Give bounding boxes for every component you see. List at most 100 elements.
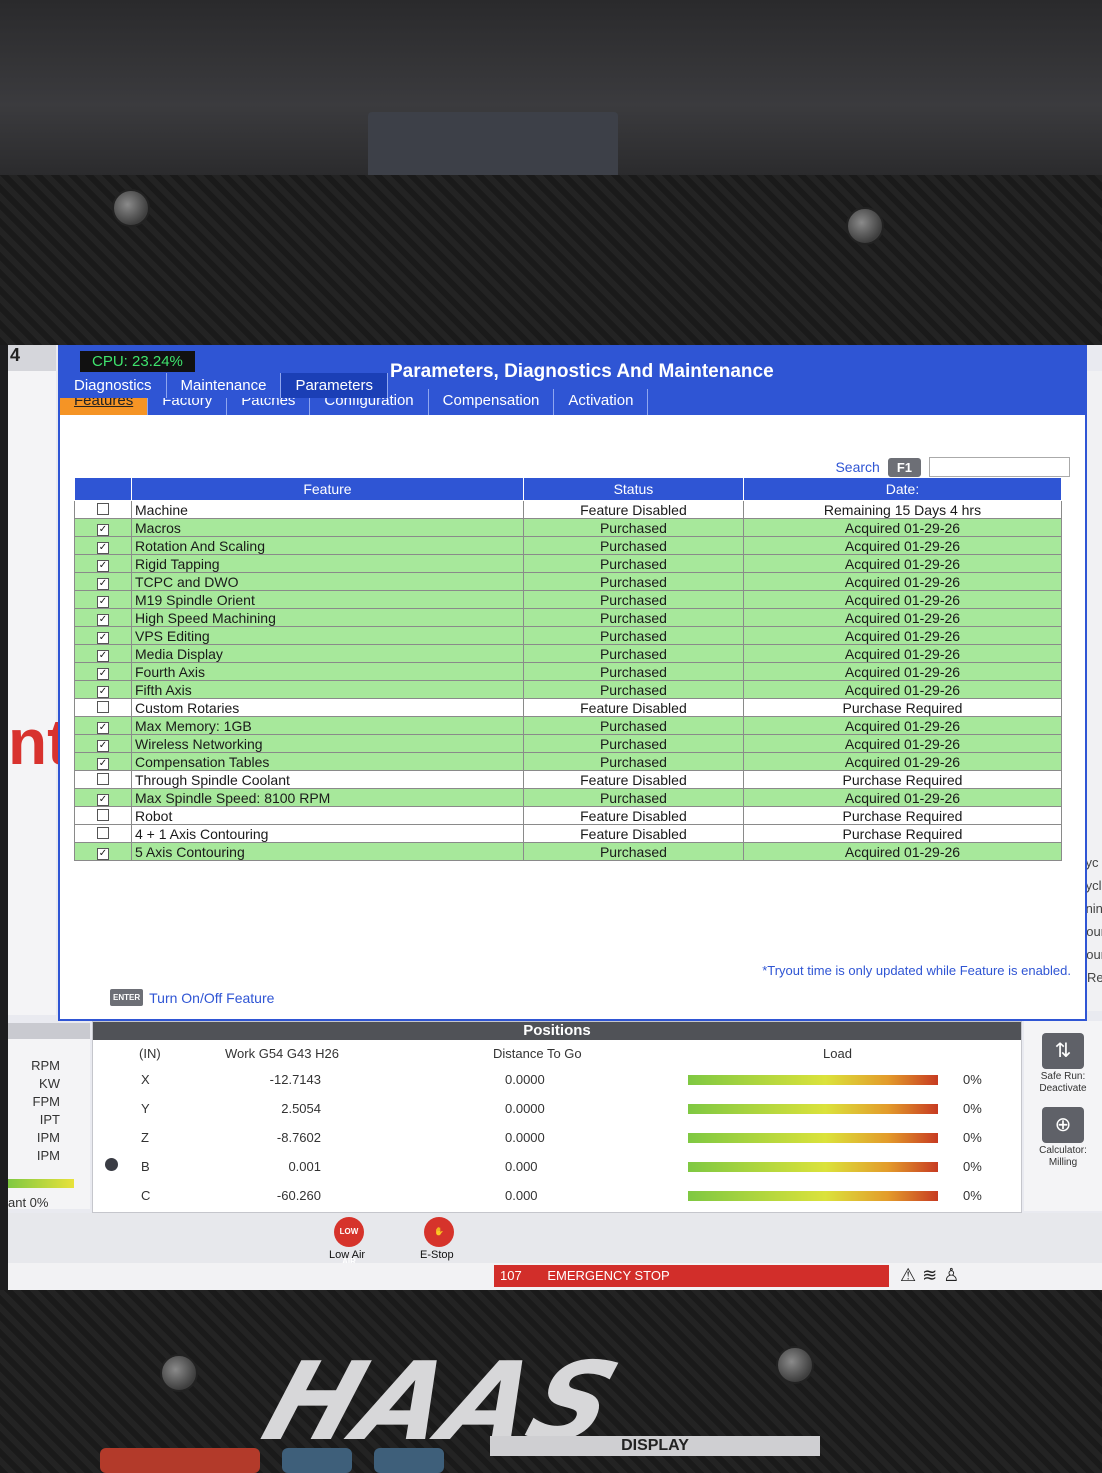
tab-compensation[interactable]: Compensation <box>429 389 555 415</box>
table-row[interactable]: ✓ High Speed Machining Purchased Acquired 0… <box>74 608 1063 627</box>
table-row[interactable]: Robot Feature Disabled Purchase Required <box>74 806 1063 825</box>
feature-status: Feature Disabled <box>522 698 744 717</box>
feature-checkbox-cell[interactable] <box>74 500 132 519</box>
checkbox-icon[interactable]: ✓ <box>97 650 109 662</box>
tab-parameters[interactable]: Parameters <box>281 373 388 398</box>
checkbox-icon[interactable]: ✓ <box>97 722 109 734</box>
checkbox-icon[interactable] <box>97 502 109 515</box>
feature-checkbox-cell[interactable]: ✓ <box>74 608 132 627</box>
checkbox-icon[interactable] <box>97 700 109 713</box>
table-row[interactable]: ✓ M19 Spindle Orient Purchased Acquired 01-… <box>74 590 1063 609</box>
checkbox-icon[interactable] <box>97 808 109 821</box>
alarm-message-bar[interactable]: 107 EMERGENCY STOP <box>494 1265 889 1287</box>
table-row[interactable]: Through Spindle Coolant Feature Disabled P… <box>74 770 1063 789</box>
display-key[interactable]: DISPLAY <box>490 1436 820 1456</box>
checkbox-icon[interactable]: ✓ <box>97 614 109 626</box>
table-row[interactable]: ✓ Macros Purchased Acquired 01-29-26 <box>74 518 1063 537</box>
table-row[interactable]: ✓ Rotation And Scaling Purchased Acquired 0… <box>74 536 1063 555</box>
table-row[interactable]: Machine Feature Disabled Remaining 15 Days… <box>74 500 1063 519</box>
feature-checkbox-cell[interactable] <box>74 770 132 789</box>
table-row[interactable]: Custom Rotaries Feature Disabled Purchase … <box>74 698 1063 717</box>
low-air-icon[interactable]: LOW AIR <box>334 1217 364 1266</box>
checkbox-icon[interactable] <box>97 772 109 785</box>
tab-maintenance[interactable]: Maintenance <box>166 373 282 398</box>
tab-activation[interactable]: Activation <box>554 389 649 415</box>
table-row[interactable]: ✓ Max Memory: 1GB Purchased Acquired 01-29-… <box>74 716 1063 735</box>
screw-icon <box>846 207 884 245</box>
feature-checkbox-cell[interactable]: ✓ <box>74 626 132 645</box>
tab-diagnostics[interactable]: Diagnostics <box>60 373 167 398</box>
checkbox-icon[interactable]: ✓ <box>97 542 109 554</box>
keypad-key[interactable] <box>100 1448 260 1473</box>
checkbox-icon[interactable]: ✓ <box>97 632 109 644</box>
feature-status: Feature Disabled <box>522 770 744 789</box>
left-panel-tab[interactable]: 4 <box>8 345 56 371</box>
table-row[interactable]: ✓ Fifth Axis Purchased Acquired 01-29-26 <box>74 680 1063 699</box>
feature-checkbox-cell[interactable]: ✓ <box>74 536 132 555</box>
feature-checkbox-cell[interactable]: ✓ <box>74 752 132 771</box>
user-icon[interactable]: ♙ <box>943 1265 965 1285</box>
table-row[interactable]: 4 + 1 Axis Contouring Feature Disabled Pur… <box>74 824 1063 843</box>
estop-icon[interactable]: ✋ <box>424 1217 454 1247</box>
f1-key-icon[interactable]: F1 <box>887 457 921 477</box>
table-row[interactable]: ✓ Wireless Networking Purchased Acquired 01… <box>74 734 1063 753</box>
feature-status: Purchased <box>522 626 744 645</box>
feature-name: TCPC and DWO <box>131 572 524 591</box>
table-row[interactable]: ✓ Fourth Axis Purchased Acquired 01-29-26 <box>74 662 1063 681</box>
feature-checkbox-cell[interactable]: ✓ <box>74 572 132 591</box>
alarm-strip: LOW AIR Low Air ✋ E-Stop 107 EMERGENCY S… <box>8 1213 1102 1290</box>
keypad-key[interactable] <box>374 1448 444 1473</box>
feature-checkbox-cell[interactable] <box>74 824 132 843</box>
axis-name: B <box>141 1159 150 1174</box>
feature-checkbox-cell[interactable]: ✓ <box>74 554 132 573</box>
checkbox-icon[interactable]: ✓ <box>97 794 109 806</box>
wifi-icon[interactable]: ≋ <box>922 1265 943 1285</box>
feature-checkbox-cell[interactable] <box>74 806 132 825</box>
feature-checkbox-cell[interactable]: ✓ <box>74 716 132 735</box>
table-row[interactable]: ✓ Compensation Tables Purchased Acquired 01… <box>74 752 1063 771</box>
checkbox-icon[interactable]: ✓ <box>97 560 109 572</box>
table-row[interactable]: ✓ Rigid Tapping Purchased Acquired 01-29-26 <box>74 554 1063 573</box>
table-row[interactable]: ✓ Max Spindle Speed: 8100 RPM Purchased Acq… <box>74 788 1063 807</box>
table-row[interactable]: ✓ VPS Editing Purchased Acquired 01-29-26 <box>74 626 1063 645</box>
table-row[interactable]: ✓ TCPC and DWO Purchased Acquired 01-29-26 <box>74 572 1063 591</box>
feature-name: Media Display <box>131 644 524 663</box>
search-input[interactable] <box>929 457 1070 477</box>
calculator-icon[interactable]: ⊕ <box>1042 1107 1084 1143</box>
checkbox-icon[interactable] <box>97 826 109 839</box>
feature-name: Wireless Networking <box>131 734 524 753</box>
enter-key-icon[interactable]: ENTER <box>110 989 144 1006</box>
spindle-load-bar <box>8 1179 74 1188</box>
checkbox-icon[interactable]: ✓ <box>97 758 109 770</box>
feature-checkbox-cell[interactable]: ✓ <box>74 734 132 753</box>
status-bar: 107 EMERGENCY STOP ⚠≋♙ <box>8 1263 1102 1290</box>
feature-checkbox-cell[interactable]: ✓ <box>74 590 132 609</box>
safe-run-icon[interactable]: ⇅ <box>1042 1033 1084 1069</box>
network-alert-icon[interactable]: ⚠ <box>900 1265 922 1285</box>
checkbox-icon[interactable]: ✓ <box>97 668 109 680</box>
table-row[interactable]: ✓ Media Display Purchased Acquired 01-29-26 <box>74 644 1063 663</box>
table-row[interactable]: ✓ 5 Axis Contouring Purchased Acquired 01-2… <box>74 842 1063 861</box>
feature-checkbox-cell[interactable]: ✓ <box>74 644 132 663</box>
feature-name: Rotation And Scaling <box>131 536 524 555</box>
axis-row: X -12.7143 0.0000 0% <box>93 1072 1021 1100</box>
feature-name: Max Spindle Speed: 8100 RPM <box>131 788 524 807</box>
checkbox-icon[interactable]: ✓ <box>97 524 109 536</box>
feature-checkbox-cell[interactable] <box>74 698 132 717</box>
checkbox-icon[interactable]: ✓ <box>97 848 109 860</box>
feature-checkbox-cell[interactable]: ✓ <box>74 842 132 861</box>
feature-checkbox-cell[interactable]: ✓ <box>74 788 132 807</box>
checkbox-icon[interactable]: ✓ <box>97 596 109 608</box>
feature-checkbox-cell[interactable]: ✓ <box>74 662 132 681</box>
checkbox-icon[interactable]: ✓ <box>97 686 109 698</box>
safe-run-label: Safe Run: Deactivate <box>1039 1071 1087 1094</box>
axis-load-bar <box>688 1162 938 1172</box>
checkbox-icon[interactable]: ✓ <box>97 578 109 590</box>
axis-row: Z -8.7602 0.0000 0% <box>93 1130 1021 1158</box>
checkbox-icon[interactable]: ✓ <box>97 740 109 752</box>
feature-checkbox-cell[interactable]: ✓ <box>74 518 132 537</box>
positions-panel: Positions (IN) Work G54 G43 H26 Distance… <box>92 1021 1022 1213</box>
axis-lock-icon[interactable] <box>105 1158 118 1171</box>
feature-checkbox-cell[interactable]: ✓ <box>74 680 132 699</box>
keypad-key[interactable] <box>282 1448 352 1473</box>
